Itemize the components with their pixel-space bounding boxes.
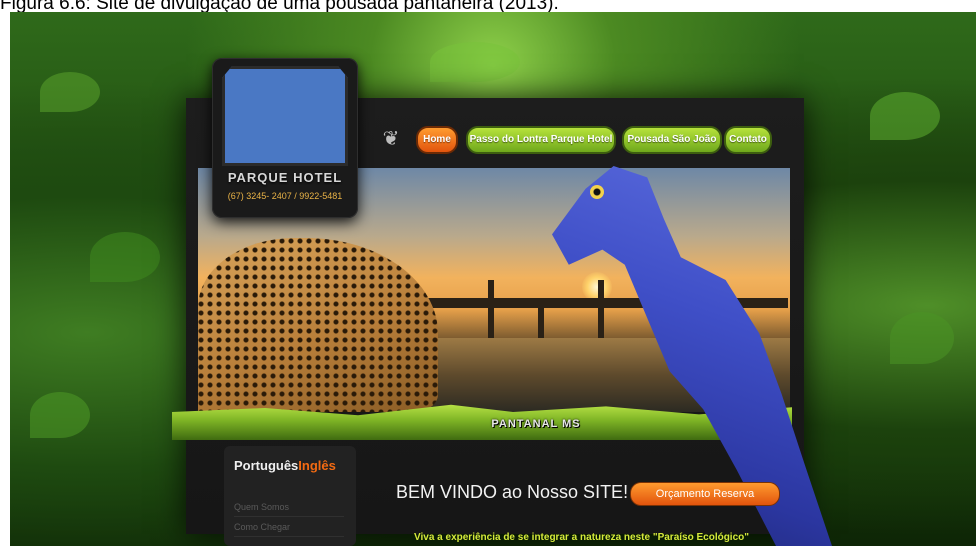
tree-logo-icon: ❦ bbox=[382, 128, 400, 150]
language-switcher: PortuguêsInglês bbox=[234, 458, 336, 473]
sidebar-link-como-chegar[interactable]: Como Chegar bbox=[234, 522, 344, 537]
nav-home[interactable]: Home bbox=[416, 126, 458, 154]
nav-contato[interactable]: Contato bbox=[724, 126, 772, 154]
welcome-heading: BEM VINDO ao Nosso SITE! bbox=[396, 482, 629, 502]
jungle-leaf bbox=[90, 232, 160, 282]
logo-title: PARQUE HOTEL bbox=[227, 170, 343, 185]
sidebar: PortuguêsInglês Quem Somos Como Chegar bbox=[224, 446, 356, 546]
jungle-leaf bbox=[870, 92, 940, 140]
lang-english[interactable]: Inglês bbox=[298, 458, 336, 473]
logo-panel[interactable]: PARQUE HOTEL (67) 3245- 2407 / 9922-5481 bbox=[212, 58, 358, 218]
pantanal-label: PANTANAL MS bbox=[491, 418, 581, 430]
nav-pousada-sao-joao[interactable]: Pousada São João bbox=[622, 126, 722, 154]
sidebar-link-quem-somos[interactable]: Quem Somos bbox=[234, 502, 344, 517]
jungle-leaf bbox=[40, 72, 100, 112]
jaguar-image bbox=[198, 238, 438, 412]
logo-image bbox=[222, 66, 348, 166]
lang-portuguese[interactable]: Português bbox=[234, 458, 298, 473]
jungle-leaf bbox=[890, 312, 954, 364]
logo-phone: (67) 3245- 2407 / 9922-5481 bbox=[227, 191, 343, 201]
bridge-post bbox=[598, 280, 604, 340]
macaw-eye bbox=[590, 185, 604, 199]
bridge-post bbox=[488, 280, 494, 340]
reserve-quote-button[interactable]: Orçamento Reserva bbox=[630, 482, 780, 506]
jungle-leaf bbox=[30, 392, 90, 438]
tagline-text: Viva a experiência de se integrar a natu… bbox=[414, 532, 749, 543]
nav-passo-do-lontra[interactable]: Passo do Lontra Parque Hotel bbox=[466, 126, 616, 154]
jungle-leaf bbox=[430, 42, 520, 82]
